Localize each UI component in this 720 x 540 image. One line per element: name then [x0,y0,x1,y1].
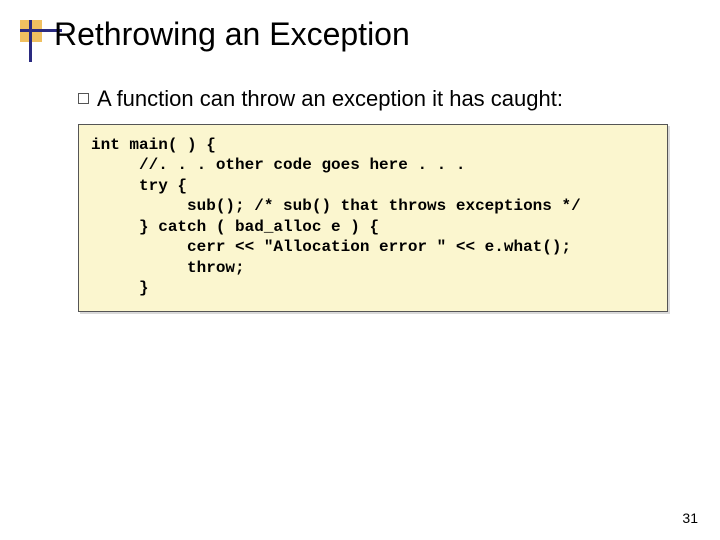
bullet-row: A function can throw an exception it has… [78,86,680,112]
slide: Rethrowing an Exception A function can t… [0,0,720,540]
code-block: int main( ) { //. . . other code goes he… [91,135,655,299]
page-number: 31 [682,510,698,526]
code-box: int main( ) { //. . . other code goes he… [78,124,668,312]
corner-square-icon [20,20,42,42]
bullet-square-icon [78,93,89,104]
slide-title: Rethrowing an Exception [54,16,410,53]
corner-vertical-line [29,20,32,62]
bullet-text: A function can throw an exception it has… [97,86,563,112]
